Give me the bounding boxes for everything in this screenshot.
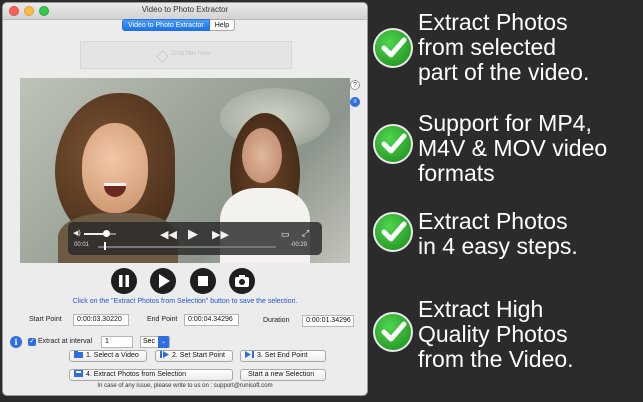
stop-icon bbox=[198, 276, 208, 286]
box-icon bbox=[156, 50, 169, 63]
current-time: 00:01 bbox=[74, 242, 90, 248]
app-window: Video to Photo Extractor Video to Photo … bbox=[2, 2, 368, 396]
support-footer: In case of any issue, please write to us… bbox=[97, 383, 273, 389]
title-bar: Video to Photo Extractor bbox=[3, 3, 367, 20]
skip-forward-icon[interactable]: ▶▶ bbox=[212, 229, 229, 241]
select-video-button[interactable]: 1. Select a Video bbox=[69, 350, 147, 362]
checkmark-icon bbox=[373, 212, 413, 252]
feature-1-line-3: part of the video. bbox=[418, 59, 590, 85]
checkmark-icon bbox=[373, 312, 413, 352]
skip-back-icon[interactable]: ◀◀ bbox=[160, 229, 177, 241]
scrub-track[interactable] bbox=[98, 246, 276, 248]
pause-button[interactable] bbox=[111, 268, 137, 294]
feature-4-text: Extract High Quality Photos from the Vid… bbox=[418, 297, 574, 372]
start-marker-icon bbox=[160, 351, 169, 358]
checkmark-icon bbox=[373, 28, 413, 68]
feature-2-line-1: Support for MP4, bbox=[418, 110, 592, 136]
fullscreen-icon[interactable]: ⤢ bbox=[302, 227, 309, 239]
feature-4-line-3: from the Video. bbox=[418, 346, 574, 372]
folder-icon bbox=[74, 351, 83, 358]
start-point-field[interactable]: 0:00:03.30220 bbox=[73, 314, 129, 326]
feature-2-line-3: formats bbox=[418, 160, 495, 186]
feature-2-line-2: M4V & MOV video bbox=[418, 135, 608, 161]
end-point-field[interactable]: 0:00:04.34296 bbox=[184, 314, 239, 326]
feature-4-line-1: Extract High bbox=[418, 296, 544, 322]
feature-3-line-2: in 4 easy steps. bbox=[418, 233, 578, 259]
start-point-label: Start Point bbox=[29, 316, 62, 323]
end-marker-icon bbox=[245, 351, 254, 358]
camera-icon bbox=[235, 275, 249, 287]
help-icon[interactable]: ? bbox=[350, 80, 360, 90]
stop-button[interactable] bbox=[190, 268, 216, 294]
extract-photos-button[interactable]: 4. Extract Photos from Selection bbox=[69, 369, 233, 381]
set-start-point-button[interactable]: 2. Set Start Point bbox=[155, 350, 233, 362]
feature-2-text: Support for MP4, M4V & MOV video formats bbox=[418, 111, 607, 186]
set-start-point-label: 2. Set Start Point bbox=[172, 352, 225, 359]
save-icon bbox=[74, 370, 83, 377]
info-icon[interactable]: i bbox=[10, 336, 22, 348]
select-video-label: 1. Select a Video bbox=[86, 352, 139, 359]
play-icon bbox=[159, 274, 170, 288]
feature-1: Extract Photos from selected part of the… bbox=[368, 0, 643, 100]
set-end-point-label: 3. Set End Point bbox=[257, 352, 308, 359]
volume-knob[interactable] bbox=[103, 230, 110, 237]
feature-1-text: Extract Photos from selected part of the… bbox=[418, 10, 589, 85]
feature-1-line-2: from selected bbox=[418, 34, 557, 60]
player-controls: ◀) ◀◀ ▶ ▶▶ ▭ ⤢ 00:01 -00:29 bbox=[68, 222, 322, 255]
feature-4-line-2: Quality Photos bbox=[418, 321, 568, 347]
feature-2: Support for MP4, M4V & MOV video formats bbox=[368, 100, 643, 200]
tab-help[interactable]: Help bbox=[209, 19, 236, 31]
end-point-label: End Point bbox=[147, 316, 178, 323]
interval-checkbox[interactable]: ✓ bbox=[28, 338, 36, 346]
video-preview[interactable]: ◀) ◀◀ ▶ ▶▶ ▭ ⤢ 00:01 -00:29 bbox=[20, 78, 350, 263]
interval-value-field[interactable]: 1 bbox=[101, 336, 133, 348]
interval-label: Extract at interval bbox=[38, 338, 93, 345]
extract-photos-label: 4. Extract Photos from Selection bbox=[86, 371, 186, 378]
feature-3-text: Extract Photos in 4 easy steps. bbox=[418, 209, 578, 259]
feature-3: Extract Photos in 4 easy steps. bbox=[368, 200, 643, 280]
scrub-playhead[interactable] bbox=[104, 242, 106, 250]
play-icon[interactable]: ▶ bbox=[188, 227, 198, 240]
video-person-2-face bbox=[242, 128, 282, 183]
tab-extractor[interactable]: Video to Photo Extractor bbox=[122, 19, 210, 31]
video-person-1-face bbox=[82, 123, 148, 213]
duration-field[interactable]: 0:00:01.34296 bbox=[302, 315, 354, 327]
feature-4: Extract High Quality Photos from the Vid… bbox=[368, 280, 643, 380]
checkmark-icon bbox=[373, 124, 413, 164]
tab-bar: Video to Photo Extractor Help bbox=[122, 19, 236, 31]
hint-text: Click on the "Extract Photos from Select… bbox=[72, 298, 298, 305]
remaining-time: -00:29 bbox=[290, 242, 308, 248]
snapshot-button[interactable] bbox=[229, 268, 255, 294]
feature-3-line-1: Extract Photos bbox=[418, 208, 568, 234]
new-selection-button[interactable]: Start a new Selection bbox=[240, 369, 326, 381]
pause-icon bbox=[119, 275, 129, 287]
play-button[interactable] bbox=[150, 268, 176, 294]
duration-label: Duration bbox=[263, 317, 290, 324]
feature-1-line-1: Extract Photos bbox=[418, 9, 568, 35]
drop-zone-label: Drop files here bbox=[171, 51, 211, 57]
set-end-point-button[interactable]: 3. Set End Point bbox=[240, 350, 326, 362]
menu-list-icon[interactable]: ≡ bbox=[350, 97, 360, 107]
window-title: Video to Photo Extractor bbox=[141, 5, 229, 14]
chevron-down-icon[interactable]: ⌄ bbox=[158, 336, 169, 348]
volume-icon[interactable]: ◀) bbox=[73, 229, 81, 237]
airplay-icon[interactable]: ▭ bbox=[281, 228, 290, 240]
drop-zone[interactable]: Drop files here bbox=[80, 41, 292, 69]
